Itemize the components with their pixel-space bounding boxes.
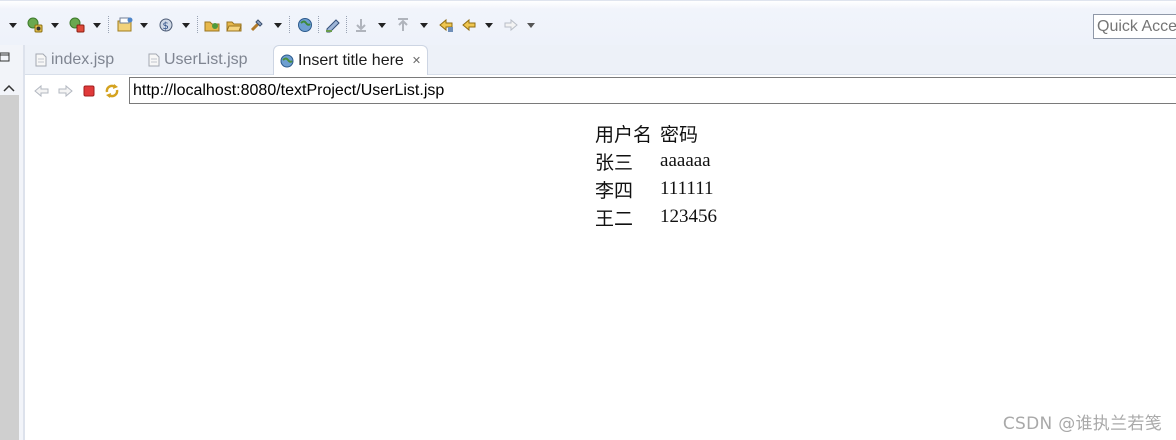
toolbar-separator xyxy=(197,16,198,33)
jsp-file-icon xyxy=(148,53,160,67)
cell-password: 111111 xyxy=(660,178,714,199)
svg-text:$: $ xyxy=(163,21,169,32)
table-row: 张三 aaaaaa xyxy=(592,147,720,175)
open-type-icon[interactable] xyxy=(203,16,221,34)
table-row: 李四 111111 xyxy=(592,175,720,203)
minimize-icon[interactable] xyxy=(0,51,12,63)
run-icon[interactable] xyxy=(26,16,44,34)
server-icon[interactable]: $ xyxy=(157,16,175,34)
toolbar-separator xyxy=(108,16,109,33)
cell-username: 张三 xyxy=(595,152,634,174)
globe-icon xyxy=(280,54,294,67)
watermark: CSDN @谁执兰若笺 xyxy=(1002,414,1162,434)
user-table: 用户名 密码 张三 aaaaaa 李四 111111 王二 123456 xyxy=(592,119,720,231)
quick-access-input[interactable] xyxy=(1093,14,1176,39)
scroll-up-icon[interactable] xyxy=(3,81,15,92)
vertical-scrollbar[interactable] xyxy=(0,95,19,440)
cell-username: 李四 xyxy=(595,180,634,202)
cell-password: 123456 xyxy=(660,206,718,227)
main-toolbar: $ xyxy=(0,0,1176,45)
cell-password: aaaaaa xyxy=(660,150,711,171)
close-tab-icon[interactable]: ✕ xyxy=(412,54,421,67)
editor-tab-bar: index.jsp UserList.jsp Insert title here… xyxy=(25,45,1176,75)
dropdown-arrow-icon[interactable] xyxy=(8,16,18,34)
browser-navigation-bar xyxy=(25,75,1176,107)
forward-icon[interactable] xyxy=(56,83,74,99)
dropdown-arrow-icon[interactable] xyxy=(526,16,536,34)
table-row: 王二 123456 xyxy=(592,203,720,231)
forward-icon[interactable] xyxy=(502,16,520,34)
tab-insert-title-here[interactable]: Insert title here ✕ xyxy=(273,45,429,75)
toolbar-separator xyxy=(346,16,347,33)
web-browser-icon[interactable] xyxy=(296,16,314,34)
next-annotation-icon[interactable] xyxy=(352,16,370,34)
back-icon[interactable] xyxy=(460,16,478,34)
search-icon[interactable] xyxy=(248,16,266,34)
tab-label: index.jsp xyxy=(51,51,115,68)
dropdown-arrow-icon[interactable] xyxy=(181,16,191,34)
dropdown-arrow-icon[interactable] xyxy=(377,16,387,34)
refresh-icon[interactable] xyxy=(103,83,121,99)
tab-label: Insert title here xyxy=(298,51,404,69)
dropdown-arrow-icon[interactable] xyxy=(50,16,60,34)
jsp-file-icon xyxy=(35,53,47,67)
dropdown-arrow-icon[interactable] xyxy=(139,16,149,34)
annotation-icon[interactable] xyxy=(324,16,342,34)
url-input[interactable] xyxy=(129,77,1176,104)
back-icon[interactable] xyxy=(33,83,51,99)
table-header-row: 用户名 密码 xyxy=(592,119,720,147)
toolbar-separator xyxy=(318,16,319,33)
column-header-username: 用户名 xyxy=(595,124,653,146)
dropdown-arrow-icon[interactable] xyxy=(419,16,429,34)
new-wizard-icon[interactable] xyxy=(116,16,134,34)
stop-icon[interactable] xyxy=(80,83,98,99)
open-resource-icon[interactable] xyxy=(225,16,243,34)
dropdown-arrow-icon[interactable] xyxy=(92,16,102,34)
column-header-password: 密码 xyxy=(660,124,699,146)
browser-content: 用户名 密码 张三 aaaaaa 李四 111111 王二 123456 CSD… xyxy=(25,107,1176,440)
tab-label: UserList.jsp xyxy=(164,51,248,68)
dropdown-arrow-icon[interactable] xyxy=(484,16,494,34)
tab-index-jsp[interactable]: index.jsp xyxy=(35,45,114,75)
dropdown-arrow-icon[interactable] xyxy=(273,16,283,34)
stop-server-icon[interactable] xyxy=(68,16,86,34)
toolbar-separator xyxy=(289,16,290,33)
previous-annotation-icon[interactable] xyxy=(394,16,412,34)
tab-userlist-jsp[interactable]: UserList.jsp xyxy=(148,45,248,75)
last-edit-location-icon[interactable] xyxy=(437,16,455,34)
cell-username: 王二 xyxy=(595,208,634,230)
